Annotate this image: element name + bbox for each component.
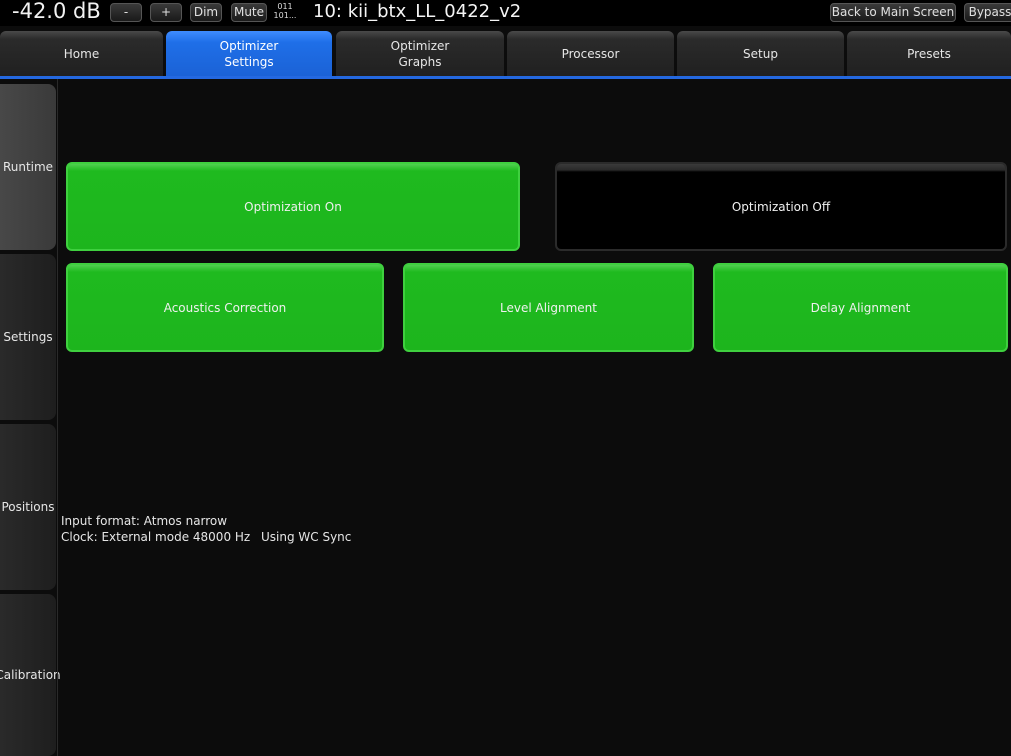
sidebar-item-calibration[interactable]: Calibration	[0, 594, 61, 756]
tab-presets-label: Presets	[907, 46, 951, 61]
delay-alignment-button[interactable]: Delay Alignment	[713, 263, 1008, 352]
sync-text: Using WC Sync	[261, 530, 352, 544]
optimization-on-label: Optimization On	[244, 199, 342, 214]
back-to-main-screen-button[interactable]: Back to Main Screen	[830, 3, 956, 22]
tab-setup-label: Setup	[743, 46, 778, 61]
top-status-bar: -42.0 dB - + Dim Mute 011 101... 10: kii…	[0, 0, 1011, 26]
sidebar-item-runtime[interactable]: Runtime	[0, 84, 56, 250]
tab-setup[interactable]: Setup	[677, 31, 844, 76]
volume-readout: -42.0 dB	[12, 0, 101, 23]
level-alignment-button[interactable]: Level Alignment	[403, 263, 694, 352]
sidebar-item-positions-label: Positions	[1, 500, 55, 514]
tab-optimizer-graphs[interactable]: Optimizer Graphs	[336, 31, 504, 76]
input-format-text: Input format: Atmos narrow	[61, 514, 228, 528]
tab-optimizer-graphs-label: Optimizer Graphs	[390, 38, 450, 69]
acoustics-correction-label: Acoustics Correction	[163, 300, 287, 315]
optimization-off-label: Optimization Off	[731, 199, 831, 214]
optimization-off-button[interactable]: Optimization Off	[555, 162, 1007, 251]
volume-down-button[interactable]: -	[110, 3, 142, 22]
sidebar-item-settings-label: Settings	[3, 330, 53, 344]
side-navigation: Runtime Settings Positions Calibration	[0, 79, 61, 756]
tab-home[interactable]: Home	[0, 31, 163, 76]
clock-text: Clock: External mode 48000 Hz	[61, 530, 251, 544]
bitstream-top: 011	[277, 2, 293, 11]
preset-name: 10: kii_btx_LL_0422_v2	[313, 1, 522, 22]
mute-button[interactable]: Mute	[231, 3, 267, 22]
tab-optimizer-settings-label: Optimizer Settings	[219, 38, 279, 69]
tab-optimizer-settings[interactable]: Optimizer Settings	[166, 31, 332, 76]
sidebar-item-runtime-label: Runtime	[2, 160, 54, 174]
optimization-on-button[interactable]: Optimization On	[66, 162, 520, 251]
acoustics-correction-button[interactable]: Acoustics Correction	[66, 263, 384, 352]
delay-alignment-label: Delay Alignment	[810, 300, 911, 315]
volume-up-button[interactable]: +	[150, 3, 182, 22]
sidebar-item-calibration-label: Calibration	[0, 668, 61, 682]
tab-processor[interactable]: Processor	[507, 31, 674, 76]
tab-presets[interactable]: Presets	[847, 31, 1011, 76]
bypass-button[interactable]: Bypass	[964, 3, 1011, 22]
tab-underline	[0, 76, 1011, 79]
bitstream-bottom: 101...	[273, 11, 297, 20]
sidebar-divider	[57, 79, 58, 756]
bitstream-indicator: 011 101...	[271, 2, 299, 22]
tab-home-label: Home	[63, 46, 100, 61]
tab-processor-label: Processor	[561, 46, 620, 61]
sidebar-item-settings[interactable]: Settings	[0, 254, 56, 420]
sidebar-item-positions[interactable]: Positions	[0, 424, 56, 590]
dim-button[interactable]: Dim	[190, 3, 222, 22]
level-alignment-label: Level Alignment	[500, 300, 597, 315]
